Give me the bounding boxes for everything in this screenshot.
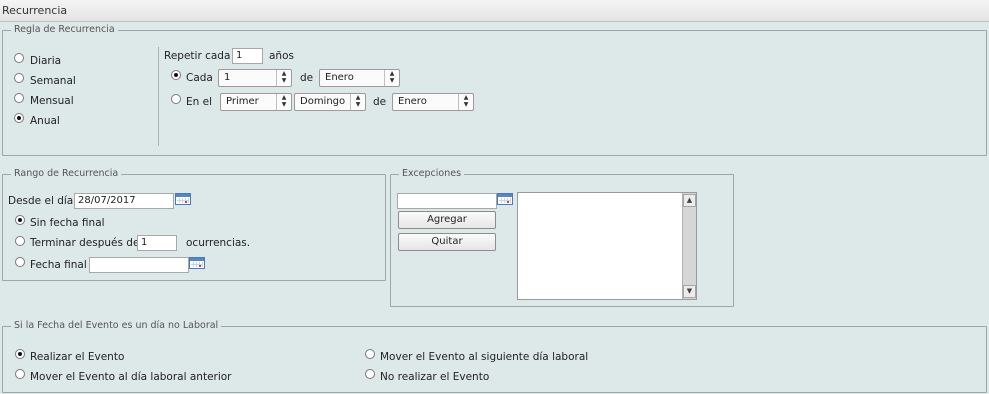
end-date-input[interactable] xyxy=(89,257,189,273)
radio-end-date[interactable] xyxy=(15,257,25,267)
repeat-label: Repetir cada xyxy=(164,50,231,62)
label-anual: Anual xyxy=(30,115,60,127)
enel-month-value: Enero xyxy=(398,96,427,107)
recurrence-range-legend: Rango de Recurrencia xyxy=(11,168,122,179)
no-end-date-label: Sin fecha final xyxy=(30,217,105,229)
radio-semanal[interactable] xyxy=(14,73,24,83)
start-date-input[interactable]: 28/07/2017 xyxy=(74,193,174,209)
radio-cada[interactable] xyxy=(171,70,181,80)
move-previous-label: Mover el Evento al día laboral anterior xyxy=(30,371,232,383)
enel-month-select[interactable]: Enero ▲ ▼ xyxy=(392,93,474,111)
ordinal-value: Primer xyxy=(226,96,259,107)
occurrences-label: ocurrencias. xyxy=(186,237,251,249)
remove-exception-button[interactable]: Quitar xyxy=(398,233,496,251)
exceptions-list[interactable]: ▲ ▼ xyxy=(517,192,697,300)
repeat-every-input[interactable]: 1 xyxy=(232,48,263,64)
calendar-icon[interactable] xyxy=(497,193,513,205)
non-working-day-legend: Si la Fecha del Evento es un día no Labo… xyxy=(11,320,222,331)
repeat-unit-label: años xyxy=(269,50,294,62)
recurrence-rule-group: Regla de Recurrencia xyxy=(2,24,987,156)
spinner-arrows-icon: ▲ ▼ xyxy=(350,94,365,110)
radio-en-el[interactable] xyxy=(171,94,181,104)
calendar-icon[interactable] xyxy=(189,257,205,269)
weekday-select[interactable]: Domingo ▲ ▼ xyxy=(294,93,366,111)
label-mensual: Mensual xyxy=(30,95,74,107)
radio-move-previous[interactable] xyxy=(15,369,25,379)
scroll-down-icon[interactable]: ▼ xyxy=(683,285,696,298)
end-date-label: Fecha final xyxy=(30,259,87,271)
weekday-value: Domingo xyxy=(300,96,346,107)
start-date-label: Desde el día xyxy=(8,195,74,207)
label-cada: Cada xyxy=(186,72,213,84)
radio-anual[interactable] xyxy=(14,113,24,123)
spinner-arrows-icon: ▲ ▼ xyxy=(276,70,291,86)
radio-move-next[interactable] xyxy=(365,349,375,359)
label-de-2: de xyxy=(373,96,387,108)
radio-no-end-date[interactable] xyxy=(15,215,25,225)
exceptions-legend: Excepciones xyxy=(399,168,465,179)
end-after-label: Terminar después de xyxy=(30,237,140,249)
window-titlebar: Recurrencia xyxy=(0,0,989,22)
spinner-arrows-icon: ▲ ▼ xyxy=(458,94,473,110)
radio-mensual[interactable] xyxy=(14,93,24,103)
radio-diaria[interactable] xyxy=(14,53,24,63)
rule-divider xyxy=(158,47,159,146)
occurrences-input[interactable]: 1 xyxy=(137,235,177,251)
add-exception-button[interactable]: Agregar xyxy=(398,211,496,229)
cada-day-select[interactable]: 1 ▲ ▼ xyxy=(218,69,292,87)
label-en-el: En el xyxy=(186,96,213,108)
spinner-arrows-icon: ▲ ▼ xyxy=(384,70,399,86)
exceptions-list-scrollbar[interactable]: ▲ ▼ xyxy=(682,193,696,299)
label-semanal: Semanal xyxy=(30,75,76,87)
calendar-icon[interactable] xyxy=(175,193,191,205)
scroll-up-icon[interactable]: ▲ xyxy=(683,194,696,207)
label-diaria: Diaria xyxy=(30,55,62,67)
ordinal-select[interactable]: Primer ▲ ▼ xyxy=(220,93,292,111)
exception-date-input[interactable] xyxy=(397,193,497,209)
cada-day-value: 1 xyxy=(224,72,231,83)
cada-month-value: Enero xyxy=(325,72,354,83)
radio-end-after[interactable] xyxy=(15,236,25,246)
move-next-label: Mover el Evento al siguiente día laboral xyxy=(380,351,589,363)
cada-month-select[interactable]: Enero ▲ ▼ xyxy=(319,69,400,87)
recurrence-rule-legend: Regla de Recurrencia xyxy=(11,24,118,35)
radio-skip-event[interactable] xyxy=(365,369,375,379)
skip-event-label: No realizar el Evento xyxy=(380,371,490,383)
do-event-label: Realizar el Evento xyxy=(30,351,125,363)
label-de-1: de xyxy=(300,72,314,84)
spinner-arrows-icon: ▲ ▼ xyxy=(276,94,291,110)
window-title: Recurrencia xyxy=(2,4,68,17)
radio-do-event[interactable] xyxy=(15,349,25,359)
